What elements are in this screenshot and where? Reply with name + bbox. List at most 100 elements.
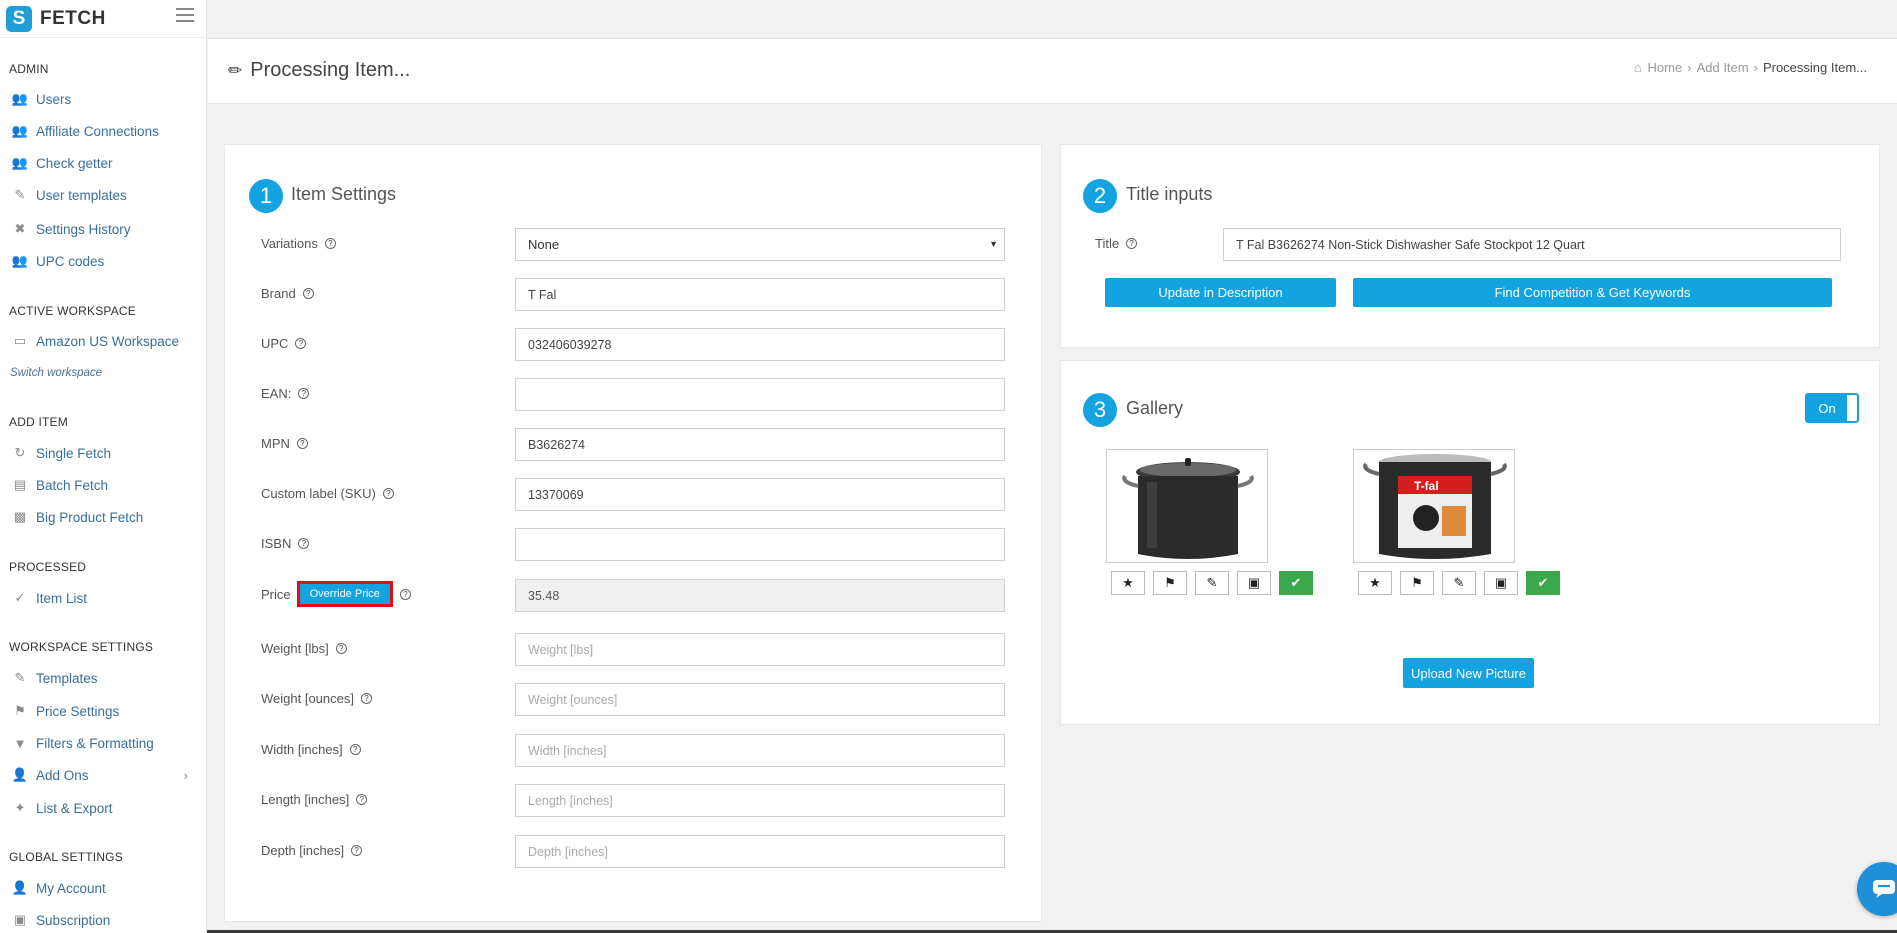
- dropdown-arrow-icon: ▼: [989, 239, 998, 249]
- ean-input[interactable]: [515, 378, 1005, 411]
- width-row: Width [inches]?: [225, 734, 1041, 768]
- mpn-input[interactable]: [515, 428, 1005, 461]
- upload-new-picture-button[interactable]: Upload New Picture: [1403, 658, 1534, 688]
- help-icon[interactable]: ?: [335, 643, 347, 654]
- users-icon: 👥: [11, 155, 29, 170]
- tag-icon[interactable]: ⚑: [1400, 571, 1434, 595]
- wrench-icon: ✖: [14, 221, 26, 236]
- help-icon[interactable]: ?: [356, 794, 368, 805]
- help-icon[interactable]: ?: [298, 388, 310, 399]
- filter-icon: ▼: [13, 735, 27, 751]
- sidebar-item-templates[interactable]: ✎ Templates: [0, 665, 206, 691]
- help-icon[interactable]: ?: [296, 438, 308, 449]
- help-icon[interactable]: ?: [324, 238, 336, 249]
- sidebar-item-filters-formatting[interactable]: ▼ Filters & Formatting: [0, 730, 206, 756]
- check-icon[interactable]: ✔: [1526, 571, 1560, 595]
- star-icon[interactable]: ★: [1111, 571, 1145, 595]
- sidebar-item-user-templates[interactable]: ✎ User templates: [0, 182, 206, 208]
- switch-workspace-link[interactable]: Switch workspace: [0, 360, 206, 386]
- gallery-image-2[interactable]: T-fal: [1353, 449, 1515, 563]
- breadcrumb-separator: ›: [1753, 60, 1758, 75]
- help-icon[interactable]: ?: [349, 744, 361, 755]
- length-input[interactable]: [515, 784, 1005, 817]
- section-global-settings: GLOBAL SETTINGS: [9, 850, 123, 864]
- sidebar-item-check-getter[interactable]: 👥 Check getter: [0, 150, 206, 176]
- chat-bubble-icon: [1873, 880, 1895, 898]
- width-input[interactable]: [515, 734, 1005, 767]
- star-icon[interactable]: ★: [1358, 571, 1392, 595]
- price-input[interactable]: [515, 579, 1005, 612]
- sidebar-item-item-list[interactable]: ✓ Item List: [0, 585, 206, 611]
- sidebar-item-upc-codes[interactable]: 👥 UPC codes: [0, 248, 206, 274]
- image-icon[interactable]: ▣: [1237, 571, 1271, 595]
- help-icon[interactable]: ?: [295, 338, 307, 349]
- override-price-button[interactable]: Override Price: [299, 584, 390, 604]
- breadcrumb-add-item[interactable]: Add Item: [1697, 60, 1749, 75]
- help-icon[interactable]: ?: [360, 693, 372, 704]
- sidebar-item-batch-fetch[interactable]: ▤ Batch Fetch: [0, 472, 206, 498]
- find-competition-button[interactable]: Find Competition & Get Keywords: [1353, 278, 1832, 307]
- sidebar-item-single-fetch[interactable]: ↻ Single Fetch: [0, 440, 206, 466]
- app-name: FETCH: [40, 7, 106, 29]
- sidebar-item-my-account[interactable]: 👤 My Account: [0, 875, 206, 901]
- sku-input[interactable]: [515, 478, 1005, 511]
- section-processed: PROCESSED: [9, 560, 87, 574]
- sidebar-item-big-product-fetch[interactable]: ▩ Big Product Fetch: [0, 504, 206, 530]
- sidebar-item-amazon-us-workspace[interactable]: ▭ Amazon US Workspace: [0, 328, 206, 354]
- sidebar-item-add-ons[interactable]: 👤 Add Ons ›: [0, 762, 206, 788]
- image-1-toolbar: ★ ⚑ ✎ ▣ ✔: [1111, 571, 1321, 595]
- weight-ounces-input[interactable]: [515, 683, 1005, 716]
- hamburger-menu-icon[interactable]: [176, 8, 194, 22]
- section-workspace-settings: WORKSPACE SETTINGS: [9, 640, 154, 654]
- isbn-input[interactable]: [515, 528, 1005, 561]
- panel-title: Title inputs: [1126, 184, 1213, 204]
- sidebar-item-affiliate-connections[interactable]: 👥 Affiliate Connections: [0, 118, 206, 144]
- variations-row: Variations? None ▼: [225, 228, 1041, 262]
- help-icon[interactable]: ?: [302, 288, 314, 299]
- weight-lbs-input[interactable]: [515, 633, 1005, 666]
- check-icon[interactable]: ✔: [1279, 571, 1313, 595]
- weight-lbs-row: Weight [lbs]?: [225, 633, 1041, 667]
- breadcrumb-home[interactable]: Home: [1648, 60, 1683, 75]
- sidebar-item-subscription[interactable]: ▣ Subscription: [0, 907, 206, 933]
- users-icon: 👥: [11, 123, 29, 138]
- update-in-description-button[interactable]: Update in Description: [1105, 278, 1336, 307]
- sidebar-item-list-export[interactable]: ✦ List & Export: [0, 795, 206, 821]
- help-icon[interactable]: ?: [399, 588, 411, 600]
- brand-row: Brand?: [225, 278, 1041, 312]
- tag-icon: ⚑: [14, 703, 26, 718]
- image-icon[interactable]: ▣: [1484, 571, 1518, 595]
- help-icon[interactable]: ?: [1126, 238, 1138, 249]
- upc-input[interactable]: [515, 328, 1005, 361]
- ean-row: EAN:?: [225, 378, 1041, 412]
- sidebar-item-price-settings[interactable]: ⚑ Price Settings: [0, 698, 206, 724]
- gallery-toggle[interactable]: On: [1805, 393, 1859, 423]
- step-number: 3: [1083, 393, 1117, 427]
- pencil-icon: ✏: [228, 60, 243, 80]
- pencil-icon[interactable]: ✎: [1442, 571, 1476, 595]
- sidebar-item-users[interactable]: 👥 Users: [0, 86, 206, 112]
- chevron-right-icon: ›: [183, 767, 188, 783]
- help-icon[interactable]: ?: [382, 488, 394, 499]
- breadcrumb-separator: ›: [1687, 60, 1692, 75]
- depth-input[interactable]: [515, 835, 1005, 868]
- price-row: Price Override Price ?: [225, 579, 1041, 613]
- isbn-row: ISBN?: [225, 528, 1041, 562]
- fetch-icon: ↻: [14, 445, 26, 460]
- pencil-icon[interactable]: ✎: [1195, 571, 1229, 595]
- sidebar-item-settings-history[interactable]: ✖ Settings History: [0, 216, 206, 242]
- home-icon: ⌂: [1633, 60, 1642, 75]
- variations-select[interactable]: None ▼: [515, 228, 1005, 261]
- mpn-row: MPN?: [225, 428, 1041, 462]
- pencil-icon: ✎: [14, 670, 26, 685]
- gallery-image-1[interactable]: [1106, 449, 1268, 563]
- gallery-panel: 3 Gallery On ★ ⚑ ✎ ▣ ✔ T-fal ★ ⚑ ✎ ▣ ✔ U…: [1060, 360, 1880, 725]
- tag-icon[interactable]: ⚑: [1153, 571, 1187, 595]
- item-settings-panel: 1 Item Settings Variations? None ▼ Brand…: [224, 144, 1042, 922]
- help-icon[interactable]: ?: [298, 538, 310, 549]
- list-check-icon: ✓: [14, 590, 26, 605]
- chat-widget-button[interactable]: [1857, 862, 1897, 916]
- title-input[interactable]: [1223, 228, 1841, 261]
- help-icon[interactable]: ?: [351, 845, 363, 856]
- brand-input[interactable]: [515, 278, 1005, 311]
